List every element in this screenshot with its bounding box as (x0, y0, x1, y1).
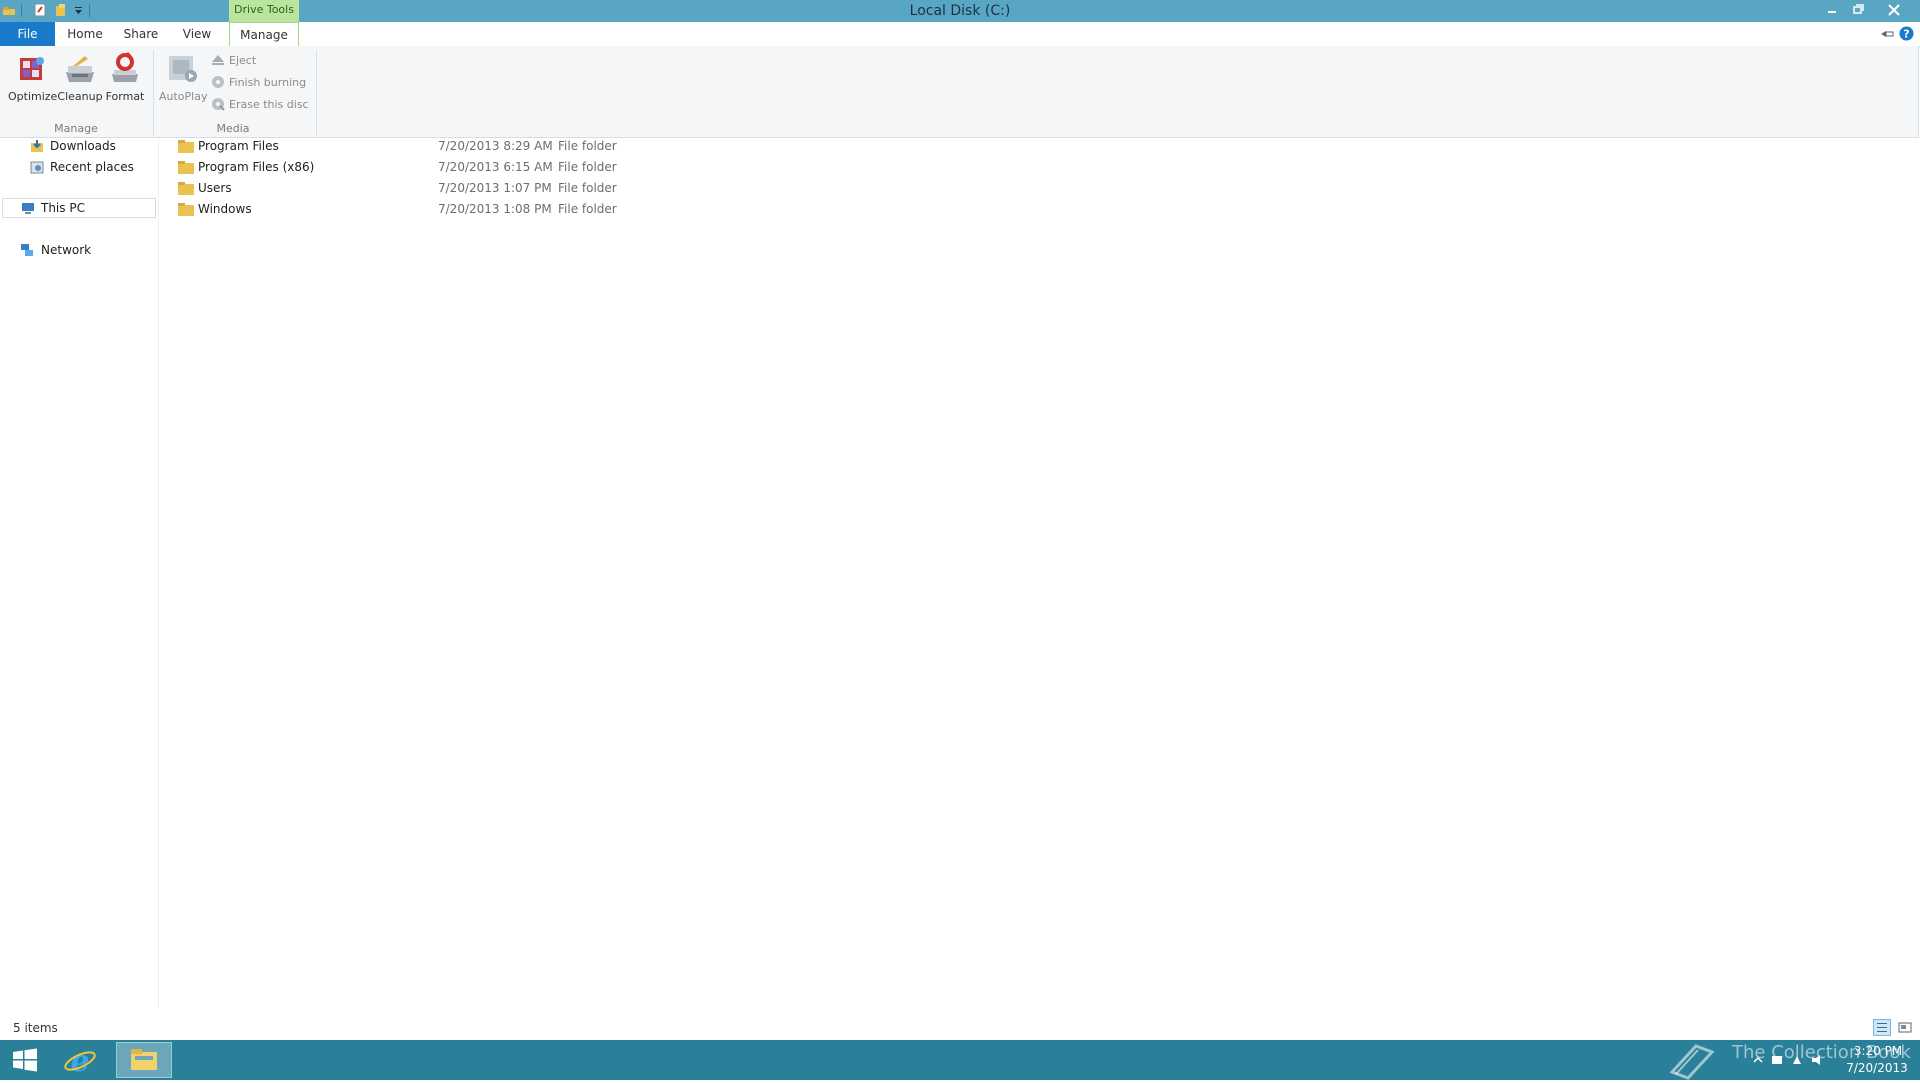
details-view-button[interactable] (1873, 1019, 1891, 1036)
book-icon (1668, 1040, 1720, 1080)
finish-burning-button[interactable]: Finish burning (211, 74, 306, 92)
details-view-icon (1877, 1023, 1887, 1032)
eject-label: Eject (229, 54, 257, 67)
optimize-label: Optimize (8, 90, 58, 103)
folder-icon (178, 203, 194, 216)
tab-view[interactable]: View (174, 22, 220, 46)
notification-icons[interactable] (1748, 1050, 1838, 1070)
erase-disc-label: Erase this disc (229, 98, 309, 111)
group-separator (316, 50, 317, 136)
dropdown-icon[interactable] (74, 4, 84, 16)
qat-separator (21, 4, 22, 17)
network-icon (20, 243, 34, 257)
tab-manage[interactable]: Manage (229, 22, 299, 47)
status-item-count: 5 items (13, 1021, 58, 1035)
file-date: 7/20/2013 1:08 PM (438, 202, 552, 216)
start-button[interactable] (10, 1046, 40, 1074)
nav-item-network[interactable]: Network (20, 240, 156, 260)
nav-label-recent-places: Recent places (50, 160, 134, 174)
nav-label-network: Network (41, 243, 92, 257)
folder-icon (178, 161, 194, 174)
restore-button[interactable] (1845, 0, 1871, 20)
group-label-media: Media (216, 122, 250, 135)
cleanup-button[interactable]: Cleanup (57, 52, 103, 103)
autoplay-label: AutoPlay (159, 90, 208, 103)
group-label-manage: Manage (54, 122, 98, 135)
svg-text:?: ? (1903, 28, 1909, 41)
file-date: 7/20/2013 1:07 PM (438, 181, 552, 195)
tab-share[interactable]: Share (118, 22, 164, 46)
file-type: File folder (558, 202, 617, 216)
nav-item-downloads[interactable]: Downloads (30, 136, 158, 156)
file-name: Users (198, 181, 232, 195)
file-row[interactable]: Users 7/20/2013 1:07 PM File folder (176, 179, 976, 200)
optimize-icon (14, 52, 48, 86)
taskbar-internet-explorer[interactable]: e (62, 1044, 98, 1079)
restore-icon (1853, 4, 1864, 14)
this-pc-icon (21, 201, 35, 215)
help-icon[interactable]: ? (1899, 26, 1914, 41)
optimize-button[interactable]: Optimize (8, 52, 58, 103)
file-type: File folder (558, 160, 617, 174)
file-date: 7/20/2013 6:15 AM (438, 160, 553, 174)
downloads-icon (30, 139, 44, 153)
taskbar-file-explorer[interactable] (116, 1042, 172, 1078)
eject-icon (211, 53, 225, 67)
svg-text:e: e (70, 1044, 89, 1076)
file-type: File folder (558, 139, 617, 153)
tab-file[interactable]: File (0, 22, 55, 46)
format-label: Format (105, 90, 145, 103)
clock-time[interactable]: 3:20 PM (1853, 1044, 1903, 1058)
file-row[interactable]: Windows 7/20/2013 1:08 PM File folder (176, 200, 976, 221)
cleanup-icon (63, 52, 97, 86)
file-row[interactable]: Program Files (x86) 7/20/2013 6:15 AM Fi… (176, 158, 976, 179)
minimize-icon (1828, 11, 1836, 13)
close-icon (1888, 4, 1900, 16)
large-icons-view-icon (1898, 1022, 1912, 1033)
file-name: Program Files (x86) (198, 160, 315, 174)
pin-ribbon-icon[interactable] (1879, 27, 1895, 41)
finish-burning-icon (211, 75, 225, 89)
file-name: Program Files (198, 139, 279, 153)
close-button[interactable] (1871, 0, 1917, 20)
format-button[interactable]: Format (102, 52, 148, 103)
cleanup-label: Cleanup (57, 90, 103, 103)
context-tab-drive-tools: Drive Tools (229, 0, 299, 22)
autoplay-button[interactable]: AutoPlay (159, 52, 208, 103)
nav-label-this-pc: This PC (41, 201, 85, 215)
explorer-icon[interactable] (2, 3, 16, 17)
nav-item-recent-places[interactable]: Recent places (30, 157, 158, 177)
autoplay-icon (165, 52, 199, 86)
eject-button[interactable]: Eject (211, 52, 256, 70)
properties-icon[interactable] (33, 3, 47, 17)
file-row[interactable]: Program Files 7/20/2013 8:29 AM File fol… (176, 137, 976, 158)
navigation-pane (0, 138, 159, 1008)
group-separator (153, 50, 154, 136)
taskbar (0, 1040, 1920, 1080)
internet-explorer-icon: e (64, 1044, 96, 1079)
windows-start-icon (13, 1048, 37, 1072)
qat-separator (89, 4, 90, 17)
clock-date[interactable]: 7/20/2013 (1846, 1061, 1908, 1075)
large-icons-view-button[interactable] (1896, 1019, 1914, 1036)
file-name: Windows (198, 202, 252, 216)
file-date: 7/20/2013 8:29 AM (438, 139, 553, 153)
tab-home[interactable]: Home (62, 22, 108, 46)
minimize-button[interactable] (1819, 0, 1845, 20)
file-type: File folder (558, 181, 617, 195)
folder-icon (178, 140, 194, 153)
erase-disc-icon (211, 97, 225, 111)
file-explorer-icon (131, 1049, 157, 1070)
new-folder-icon[interactable] (55, 3, 69, 17)
erase-disc-button[interactable]: Erase this disc (211, 96, 309, 114)
format-icon (108, 52, 142, 86)
finish-burning-label: Finish burning (229, 76, 307, 89)
nav-item-this-pc[interactable]: This PC (2, 198, 156, 218)
nav-label-downloads: Downloads (50, 139, 116, 153)
recent-places-icon (30, 160, 44, 174)
folder-icon (178, 182, 194, 195)
